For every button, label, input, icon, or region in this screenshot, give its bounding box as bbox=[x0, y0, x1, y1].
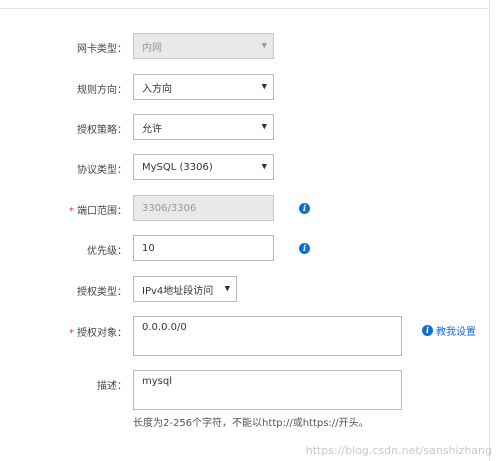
priority-value: 10 bbox=[142, 242, 155, 254]
top-divider bbox=[0, 8, 489, 9]
port-range-input[interactable]: 3306/3306 bbox=[133, 195, 274, 221]
required-asterisk: * bbox=[69, 328, 74, 339]
caret-down-icon: ▼ bbox=[261, 82, 267, 91]
caret-down-icon: ▼ bbox=[224, 284, 230, 293]
info-icon[interactable]: i bbox=[299, 243, 310, 254]
help-link[interactable]: i 教我设置 bbox=[422, 323, 476, 338]
port-range-label: * 端口范围： bbox=[69, 206, 127, 217]
direction-value: 入方向 bbox=[142, 83, 172, 95]
info-icon: i bbox=[422, 325, 433, 336]
right-divider bbox=[489, 0, 490, 461]
security-group-rule-form: 网卡类型： 内网 ▼ 规则方向： 入方向 ▼ 授权策略： 允许 ▼ 协议类型： … bbox=[0, 0, 500, 461]
auth-type-value: IPv4地址段访问 bbox=[142, 285, 214, 297]
port-range-value: 3306/3306 bbox=[142, 202, 197, 214]
priority-input[interactable]: 10 bbox=[133, 235, 274, 261]
protocol-label: 协议类型： bbox=[77, 165, 127, 176]
direction-select[interactable]: 入方向 ▼ bbox=[133, 74, 274, 100]
description-value: mysql bbox=[142, 376, 172, 387]
required-asterisk: * bbox=[69, 206, 74, 217]
auth-object-label: * 授权对象： bbox=[69, 328, 127, 339]
help-link-label: 教我设置 bbox=[436, 327, 476, 338]
watermark: https://blog.csdn.net/sanshizhang bbox=[305, 444, 492, 457]
policy-label: 授权策略： bbox=[77, 125, 127, 136]
protocol-select[interactable]: MySQL (3306) ▼ bbox=[133, 154, 274, 180]
info-icon[interactable]: i bbox=[299, 203, 310, 214]
priority-label: 优先级： bbox=[87, 246, 127, 257]
nic-type-value: 内网 bbox=[142, 42, 162, 54]
description-hint: 长度为2-256个字符，不能以http://或https://开头。 bbox=[133, 418, 369, 429]
caret-down-icon: ▼ bbox=[261, 122, 267, 131]
auth-type-select[interactable]: IPv4地址段访问 ▼ bbox=[133, 276, 237, 302]
auth-object-textarea[interactable]: 0.0.0.0/0 bbox=[133, 316, 402, 356]
auth-type-label: 授权类型： bbox=[77, 287, 127, 298]
policy-select[interactable]: 允许 ▼ bbox=[133, 114, 274, 140]
policy-value: 允许 bbox=[142, 123, 162, 135]
protocol-value: MySQL (3306) bbox=[142, 161, 213, 173]
description-textarea[interactable]: mysql bbox=[133, 370, 402, 410]
direction-label: 规则方向： bbox=[77, 85, 127, 96]
description-label: 描述： bbox=[97, 381, 127, 392]
auth-object-value: 0.0.0.0/0 bbox=[142, 322, 187, 333]
nic-type-select[interactable]: 内网 ▼ bbox=[133, 33, 274, 59]
caret-down-icon: ▼ bbox=[261, 41, 267, 50]
caret-down-icon: ▼ bbox=[261, 162, 267, 171]
nic-type-label: 网卡类型： bbox=[77, 44, 127, 55]
